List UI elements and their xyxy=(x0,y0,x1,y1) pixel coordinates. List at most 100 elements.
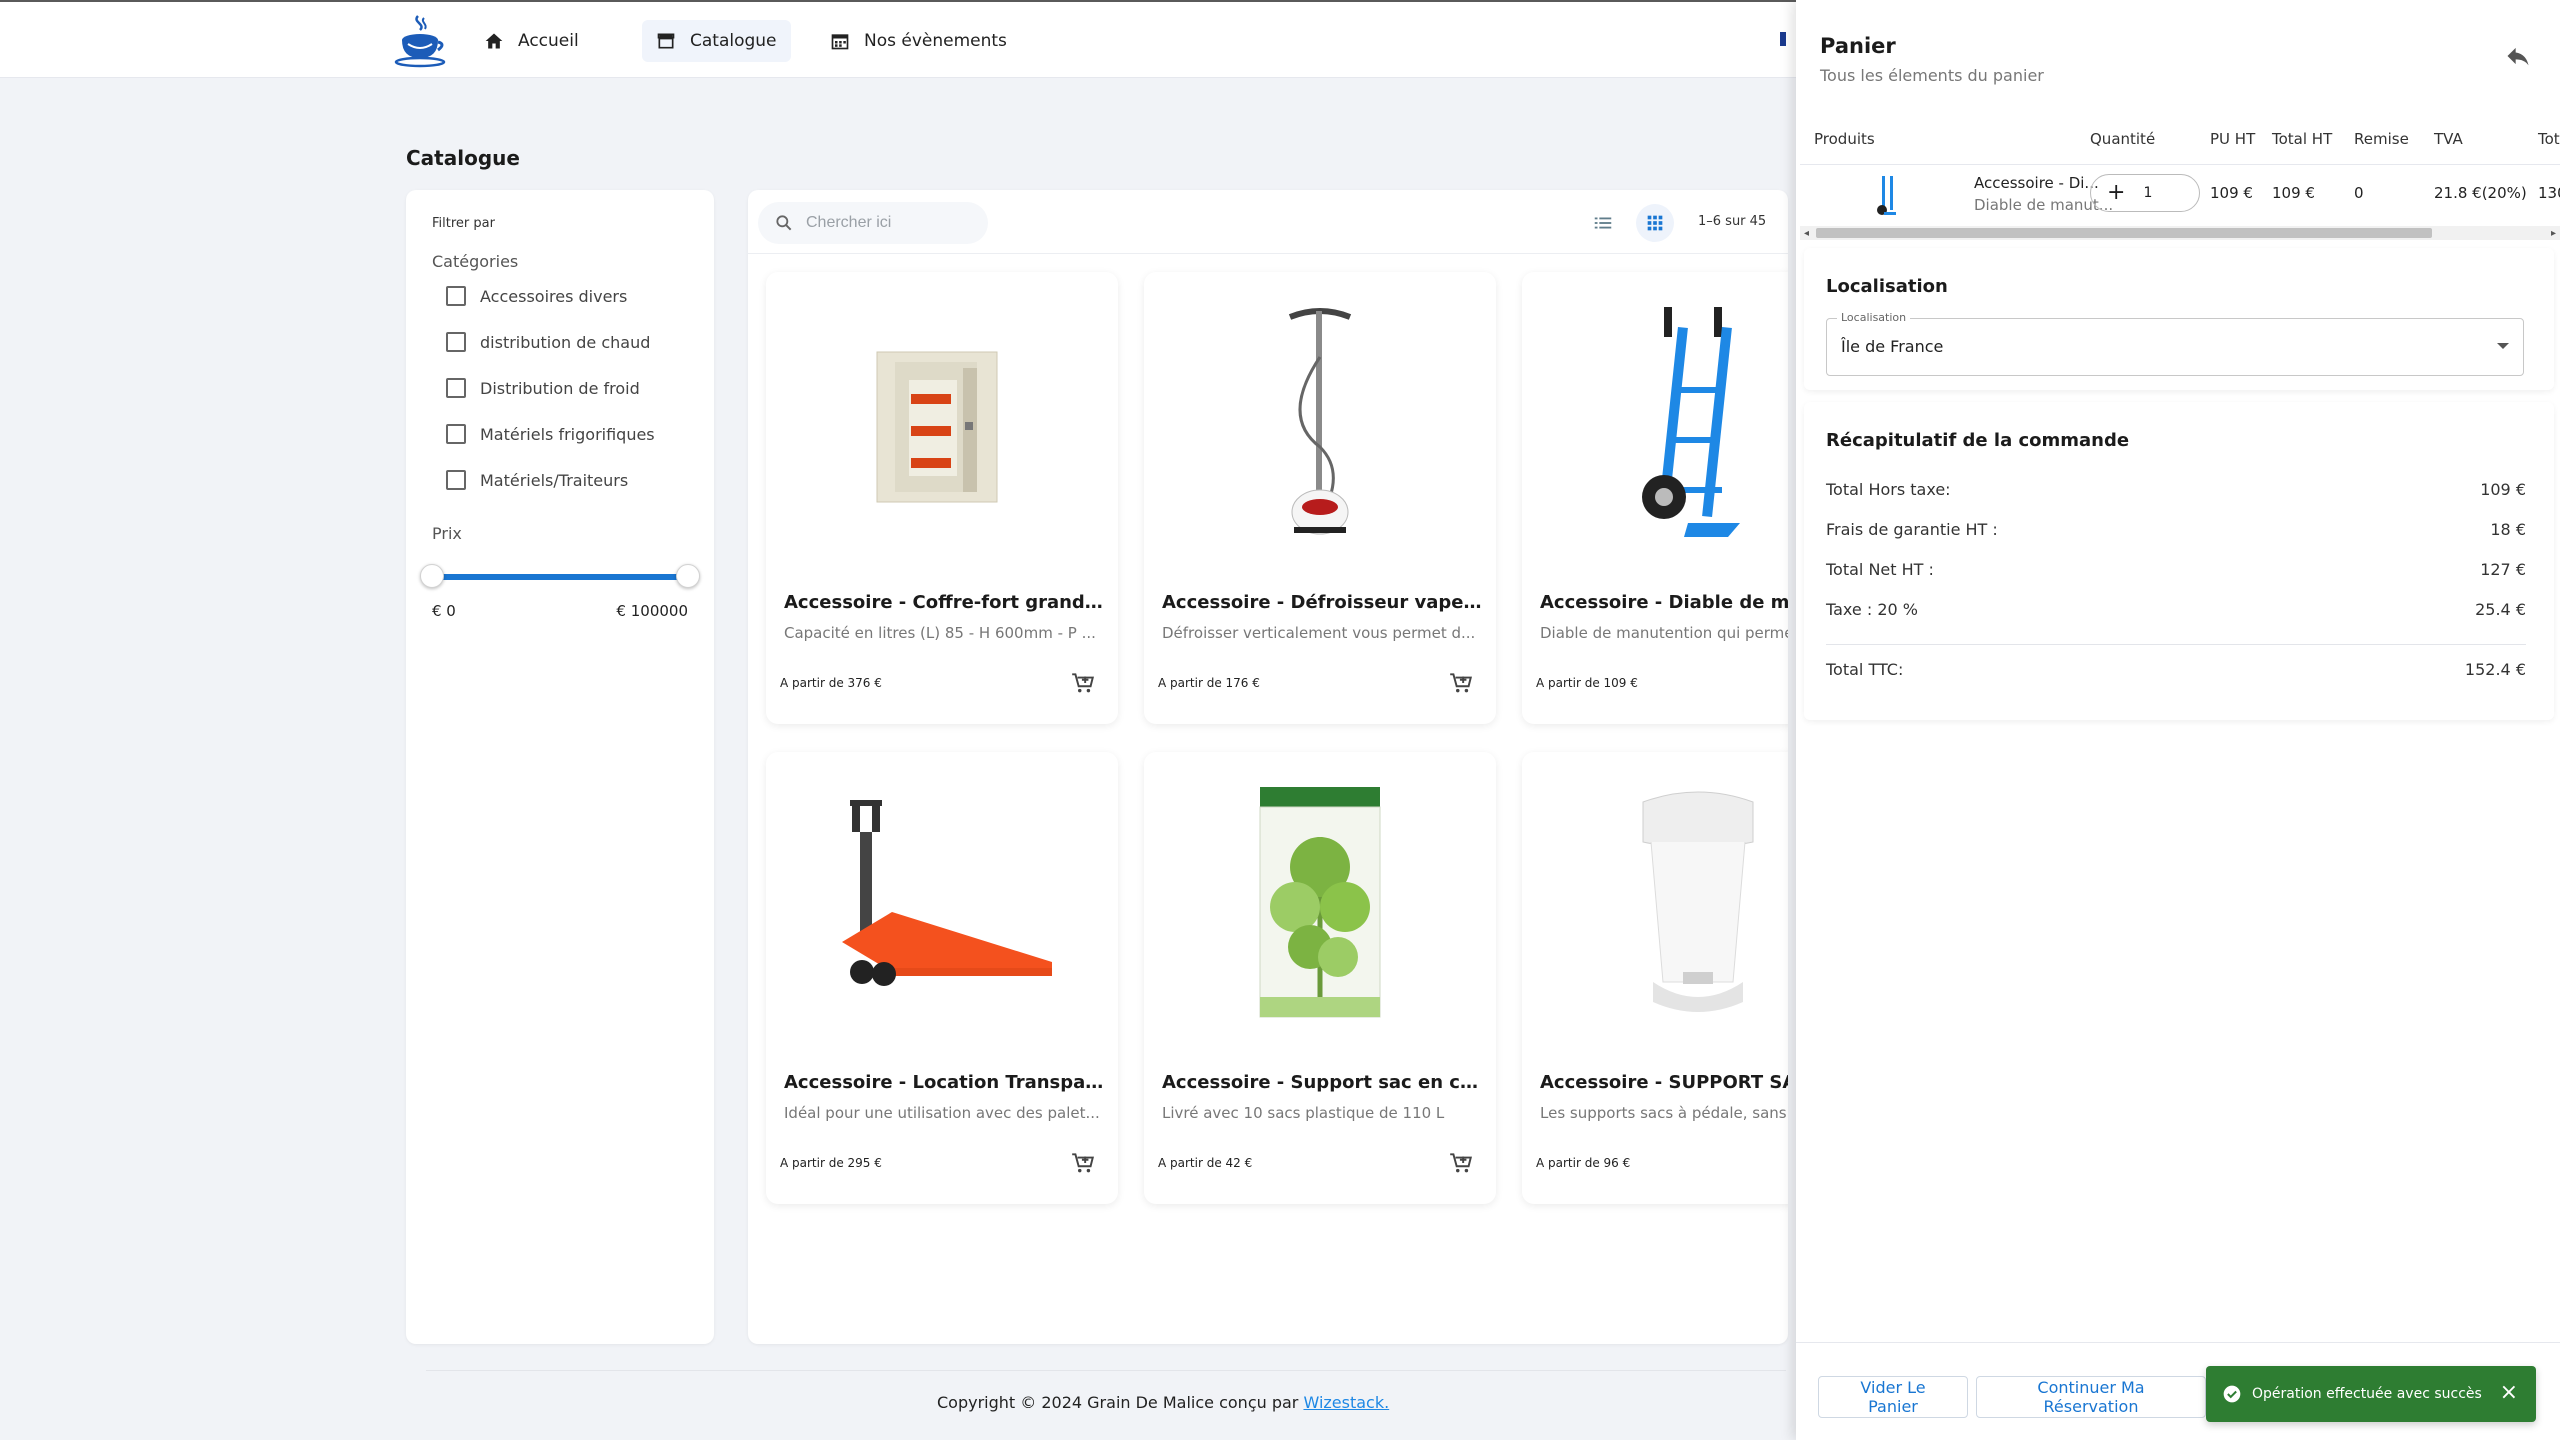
scroll-left-icon[interactable]: ◂ xyxy=(1804,228,1809,239)
nav-catalogue-label: Catalogue xyxy=(690,31,777,51)
product-name[interactable]: Accessoire - Coffre-fort grand mo... xyxy=(784,592,1104,613)
product-card[interactable]: Accessoire - Diable de manu Diable de ma… xyxy=(1522,272,1788,724)
plus-icon[interactable]: + xyxy=(2107,182,2125,204)
product-card[interactable]: Accessoire - Coffre-fort grand mo... Cap… xyxy=(766,272,1118,724)
scrollbar-thumb[interactable] xyxy=(1816,228,2432,238)
search-input[interactable] xyxy=(806,214,966,232)
category-checkbox-row[interactable]: Matériels/Traiteurs xyxy=(446,470,628,490)
close-icon[interactable]: × xyxy=(2500,1382,2518,1404)
add-to-cart-icon[interactable] xyxy=(1070,1150,1096,1176)
category-label: Distribution de froid xyxy=(480,378,640,398)
summary-row: Taxe : 20 % 25.4 € xyxy=(1826,600,2526,619)
product-card[interactable]: Accessoire - Défroisseur vapeur S... Déf… xyxy=(1144,272,1496,724)
cart-table: Produits Quantité PU HT Total HT Remise … xyxy=(1800,114,2560,244)
product-description: Diable de manutention qui perme xyxy=(1540,624,1788,642)
list-icon xyxy=(1594,217,1612,229)
summary-label: Total Hors taxe: xyxy=(1826,480,1951,499)
nav-home-label: Accueil xyxy=(518,31,579,51)
cart-item-pu-ht: 109 € xyxy=(2210,184,2253,202)
check-circle-icon xyxy=(2223,1385,2241,1403)
drawer-footer-divider xyxy=(1796,1342,2560,1343)
product-image-steamer xyxy=(1144,272,1496,572)
product-image-carton-bag-support xyxy=(1144,752,1496,1052)
add-to-cart-icon[interactable] xyxy=(1448,1150,1474,1176)
category-label: Accessoires divers xyxy=(480,286,628,306)
nav-home[interactable]: Accueil xyxy=(470,20,593,62)
summary-divider xyxy=(1826,644,2526,645)
product-grid-panel: 1–6 sur 45 Accessoire - Coffre-fort gran… xyxy=(748,190,1788,1344)
wizestack-link[interactable]: Wizestack. xyxy=(1303,1393,1389,1412)
cart-item-tva: 21.8 €(20%) xyxy=(2434,184,2527,202)
add-to-cart-icon[interactable] xyxy=(1070,670,1096,696)
summary-value: 127 € xyxy=(2480,560,2526,579)
summary-row: Frais de garantie HT : 18 € xyxy=(1826,520,2526,539)
home-icon xyxy=(485,33,503,49)
cart-item-name[interactable]: Accessoire - Di... xyxy=(1974,174,2099,192)
price-max-value: € 100000 xyxy=(616,602,688,620)
price-slider-min-handle[interactable] xyxy=(420,564,444,588)
summary-value: 109 € xyxy=(2480,480,2526,499)
product-price: A partir de 109 € xyxy=(1536,676,1638,690)
filter-title: Filtrer par xyxy=(432,216,495,231)
brand-logo[interactable] xyxy=(392,12,448,68)
cart-item-discount: 0 xyxy=(2354,184,2364,202)
category-checkbox-row[interactable]: Accessoires divers xyxy=(446,286,627,306)
category-checkbox-row[interactable]: Distribution de froid xyxy=(446,378,640,398)
search-box[interactable] xyxy=(758,202,988,244)
product-name[interactable]: Accessoire - Diable de manu xyxy=(1540,592,1788,613)
quantity-stepper[interactable]: + 1 xyxy=(2090,174,2200,212)
checkbox[interactable] xyxy=(446,424,466,444)
scroll-right-icon[interactable]: ▸ xyxy=(2551,228,2556,239)
storefront-icon xyxy=(657,33,675,49)
product-price: A partir de 176 € xyxy=(1158,676,1260,690)
back-arrow-icon[interactable] xyxy=(2504,42,2532,70)
location-select[interactable]: Localisation Île de France xyxy=(1826,311,2524,376)
product-image-hand-truck xyxy=(1522,272,1788,572)
continue-reservation-button[interactable]: Continuer Ma Réservation xyxy=(1976,1376,2206,1418)
add-to-cart-icon[interactable] xyxy=(1448,670,1474,696)
list-view-button[interactable] xyxy=(1584,204,1622,242)
cart-item-thumbnail xyxy=(1877,176,1896,215)
checkbox[interactable] xyxy=(446,332,466,352)
product-card[interactable]: Accessoire - Location Transpalette Idéal… xyxy=(766,752,1118,1204)
empty-cart-button[interactable]: Vider Le Panier xyxy=(1818,1376,1968,1418)
order-summary-card: Récapitulatif de la commande Total Hors … xyxy=(1804,402,2554,720)
checkbox[interactable] xyxy=(446,470,466,490)
summary-label: Total Net HT : xyxy=(1826,560,1934,579)
product-price: A partir de 96 € xyxy=(1536,1156,1631,1170)
categories-label: Catégories xyxy=(432,252,519,271)
price-label: Prix xyxy=(432,524,462,543)
product-price: A partir de 42 € xyxy=(1158,1156,1253,1170)
table-horizontal-scrollbar[interactable]: ◂ ▸ xyxy=(1800,226,2560,240)
product-name[interactable]: Accessoire - Location Transpalette xyxy=(784,1072,1104,1093)
checkbox[interactable] xyxy=(446,378,466,398)
cart-subtitle: Tous les élements du panier xyxy=(1820,66,2044,85)
product-description: Livré avec 10 sacs plastique de 110 L xyxy=(1162,1104,1445,1122)
product-price: A partir de 295 € xyxy=(780,1156,882,1170)
category-checkbox-row[interactable]: distribution de chaud xyxy=(446,332,650,352)
cart-drawer: Panier Tous les élements du panier Produ… xyxy=(1796,0,2560,1440)
grid-view-button[interactable] xyxy=(1636,204,1674,242)
footer-copyright: Copyright © 2024 Grain De Malice conçu p… xyxy=(937,1393,1389,1412)
dropdown-caret-icon xyxy=(2497,343,2509,349)
nav-events[interactable]: Nos évènements xyxy=(816,20,1021,62)
summary-row: Total Net HT : 127 € xyxy=(1826,560,2526,579)
location-card: Localisation Localisation Île de France xyxy=(1804,248,2554,390)
location-select-label: Localisation xyxy=(1837,311,1911,324)
product-description: Les supports sacs à pédale, sans xyxy=(1540,1104,1787,1122)
price-slider-max-handle[interactable] xyxy=(676,564,700,588)
success-toast: Opération effectuée avec succès × xyxy=(2206,1366,2536,1422)
product-name[interactable]: Accessoire - Support sac en carton xyxy=(1162,1072,1482,1093)
nav-catalogue[interactable]: Catalogue xyxy=(642,20,791,62)
product-card[interactable]: Accessoire - Support sac en carton Livré… xyxy=(1144,752,1496,1204)
price-slider-track[interactable] xyxy=(432,574,688,580)
category-checkbox-row[interactable]: Matériels frigorifiques xyxy=(446,424,655,444)
language-flag-icon[interactable] xyxy=(1780,32,1796,46)
product-description: Capacité en litres (L) 85 - H 600mm - P … xyxy=(784,624,1096,642)
product-name[interactable]: Accessoire - Défroisseur vapeur S... xyxy=(1162,592,1482,613)
product-name[interactable]: Accessoire - SUPPORT SACS A xyxy=(1540,1072,1788,1093)
product-card[interactable]: Accessoire - SUPPORT SACS A Les supports… xyxy=(1522,752,1788,1204)
product-description: Défroisser verticalement vous permet d..… xyxy=(1162,624,1476,642)
checkbox[interactable] xyxy=(446,286,466,306)
product-toolbar: 1–6 sur 45 xyxy=(748,190,1788,254)
